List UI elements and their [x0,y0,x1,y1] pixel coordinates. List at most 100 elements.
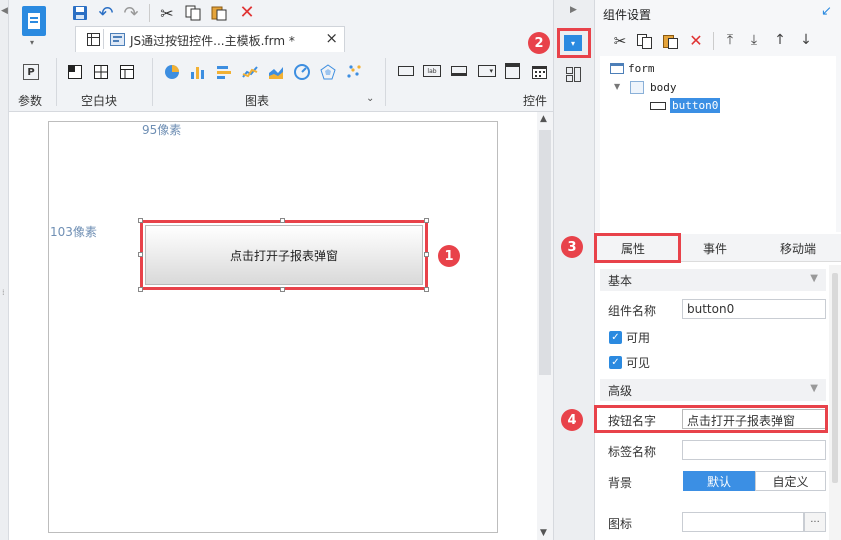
form-file-icon [109,32,125,46]
resize-handle[interactable] [280,218,285,223]
left-collapse-strip[interactable]: ◀ ⁞ [0,0,9,540]
grid-view-icon[interactable] [86,32,100,46]
group-label-blank-block: 空白块 [81,94,118,108]
button-node-icon [650,102,666,110]
resize-handle[interactable] [424,218,429,223]
form-widget-icon[interactable] [505,63,520,79]
button-widget-icon[interactable] [398,66,414,76]
resize-grip-icon[interactable]: ⁞ [2,288,5,297]
panel-scrollbar[interactable] [829,265,841,540]
template-icon[interactable] [22,6,46,36]
area-chart-icon[interactable] [267,63,285,81]
collapse-left-icon[interactable]: ◀ [1,6,8,16]
document-tab[interactable]: JS通过按钮控件...主模板.frm * × [75,26,345,52]
panel-cut-icon[interactable]: ✂ [611,32,629,50]
undo-icon[interactable]: ↶ [96,3,116,24]
canvas-scrollbar[interactable]: ▲ ▼ [537,112,553,540]
canvas-button-text: 点击打开子报表弹窗 [229,248,338,263]
copy-icon[interactable] [183,4,203,22]
pie-chart-icon[interactable] [163,63,181,81]
resize-handle[interactable] [138,287,143,292]
combo-widget-icon[interactable]: ▾ [478,65,496,77]
resize-handle[interactable] [138,252,143,257]
tree-node-body[interactable]: body [650,81,677,94]
cut-icon[interactable]: ✂ [157,4,177,23]
background-custom-button[interactable]: 自定义 [755,471,826,491]
background-default-button[interactable]: 默认 [683,471,755,491]
scatter-chart-icon[interactable] [345,63,363,81]
callout-badge-3: 3 [561,236,583,258]
document-tab-title: JS通过按钮控件...主模板.frm * [130,34,295,48]
parameter-icon[interactable]: P [23,64,39,80]
canvas-button0[interactable]: 点击打开子报表弹窗 [145,225,423,285]
background-label: 背景 [608,476,633,490]
highlight-box-3 [594,233,681,263]
horizontal-bar-chart-icon[interactable] [215,63,233,81]
component-tree: form ▼ body button0 [600,56,836,232]
scroll-thumb[interactable] [539,130,551,375]
resize-handle[interactable] [424,287,429,292]
tree-node-form[interactable]: form [628,62,655,75]
highlight-box-4 [594,405,828,433]
tab-events[interactable]: 事件 [703,240,727,257]
close-tab-icon[interactable]: × [325,29,338,47]
dock-panel-icon[interactable]: ↙ [821,4,832,19]
tree-node-button0[interactable]: button0 [670,98,721,113]
panel-copy-icon[interactable] [635,32,653,50]
collapse-advanced-icon[interactable]: ▼ [810,383,818,394]
form-body-frame[interactable] [48,121,498,533]
group-label-widget: 控件 [523,94,548,108]
radar-chart-icon[interactable] [319,63,337,81]
body-node-icon [630,81,644,94]
panel-paste-icon[interactable] [661,32,679,50]
date-widget-icon[interactable] [531,63,547,79]
paste-icon[interactable] [209,4,229,22]
move-up-icon[interactable]: ↑ [771,31,789,49]
tab-layout-icon[interactable] [119,64,135,80]
top-offset-label: 95像素 [142,123,182,137]
enabled-label: 可用 [626,331,651,345]
expand-panel-icon[interactable]: ▶ [570,5,577,15]
tab-mobile[interactable]: 移动端 [780,240,816,257]
section-basic[interactable]: 基本 ▼ [600,269,826,291]
bar-chart-icon[interactable] [189,63,207,81]
browse-icon-button[interactable]: ··· [804,512,826,532]
resize-handle[interactable] [138,218,143,223]
redo-icon[interactable]: ↷ [121,3,141,24]
template-dropdown-icon[interactable]: ▾ [30,38,34,47]
grid-layout-icon[interactable] [93,64,109,80]
widget-name-field[interactable]: button0 [682,299,826,319]
chart-expand-icon[interactable]: ⌄ [366,93,374,104]
enabled-checkbox[interactable]: ✓ [609,331,622,344]
line-chart-icon[interactable] [241,63,259,81]
panel-delete-icon[interactable]: ✕ [687,31,705,50]
panel-title: 组件设置 [603,8,652,22]
icon-label: 图标 [608,517,633,531]
text-input-widget-icon[interactable] [451,66,467,76]
resize-handle[interactable] [424,252,429,257]
delete-icon[interactable]: ✕ [237,2,257,23]
group-label-chart: 图表 [245,94,270,108]
move-down-icon[interactable]: ↓ [797,31,815,49]
section-advanced-title: 高级 [608,383,633,398]
save-icon[interactable] [70,4,90,22]
section-basic-title: 基本 [608,273,633,288]
gauge-chart-icon[interactable] [293,63,311,81]
visible-checkbox[interactable]: ✓ [609,356,622,369]
move-to-top-icon[interactable]: ⤒ [721,31,739,49]
section-advanced[interactable]: 高级 ▼ [600,379,826,401]
left-offset-label: 103像素 [50,225,97,239]
ribbon-toolbar: ▾ ↶ ↷ ✂ ✕ JS通过按钮控件...主模板.frm * × P ⌄ lab… [9,0,553,112]
panel-scroll-thumb[interactable] [832,273,838,483]
absolute-layout-icon[interactable] [67,64,83,80]
tree-expand-icon[interactable]: ▼ [614,82,620,91]
icon-field[interactable] [682,512,804,532]
resize-handle[interactable] [280,287,285,292]
cell-attributes-icon[interactable] [565,66,581,82]
label-widget-icon[interactable]: lab [423,65,441,77]
scroll-down-icon[interactable]: ▼ [540,528,547,538]
scroll-up-icon[interactable]: ▲ [540,114,547,124]
collapse-basic-icon[interactable]: ▼ [810,273,818,284]
tag-name-field[interactable] [682,440,826,460]
move-to-bottom-icon[interactable]: ⤓ [745,31,763,49]
